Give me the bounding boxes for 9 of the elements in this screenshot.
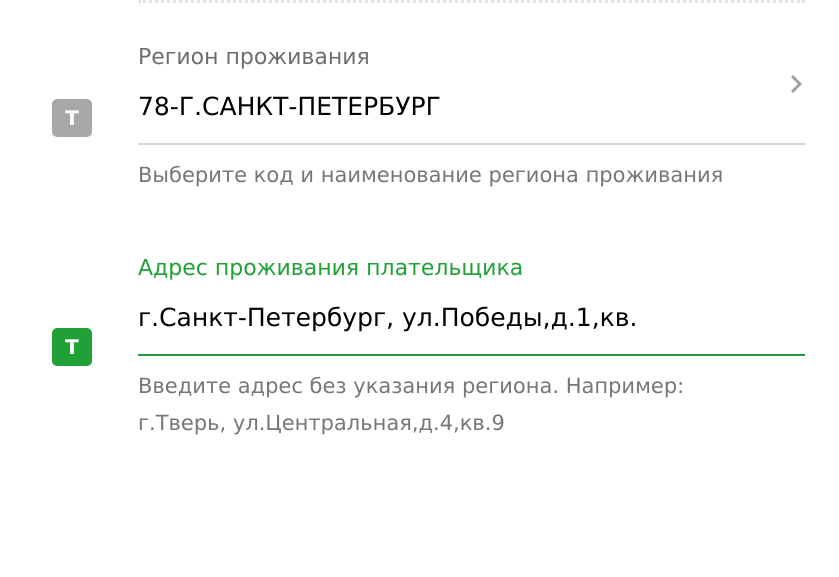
text-type-badge: Т: [52, 98, 92, 136]
field-hint: Введите адрес без указания региона. Например: г.Тверь, ул.Центральная,д.4,кв.9: [138, 373, 686, 437]
input-field[interactable]: г.Санкт-Петербург, ул.Победы,д.1,кв.: [138, 298, 805, 338]
chevron-right-icon[interactable]: [789, 73, 803, 95]
select-value[interactable]: 78-Г.САНКТ-ПЕТЕРБУРГ: [138, 87, 789, 127]
field-label: Регион проживания: [138, 44, 371, 72]
text-type-badge: Т: [52, 328, 92, 366]
field-label: Адрес проживания плательщика: [138, 255, 524, 283]
field-hint: Выберите код и наименование региона проживания: [138, 162, 724, 189]
